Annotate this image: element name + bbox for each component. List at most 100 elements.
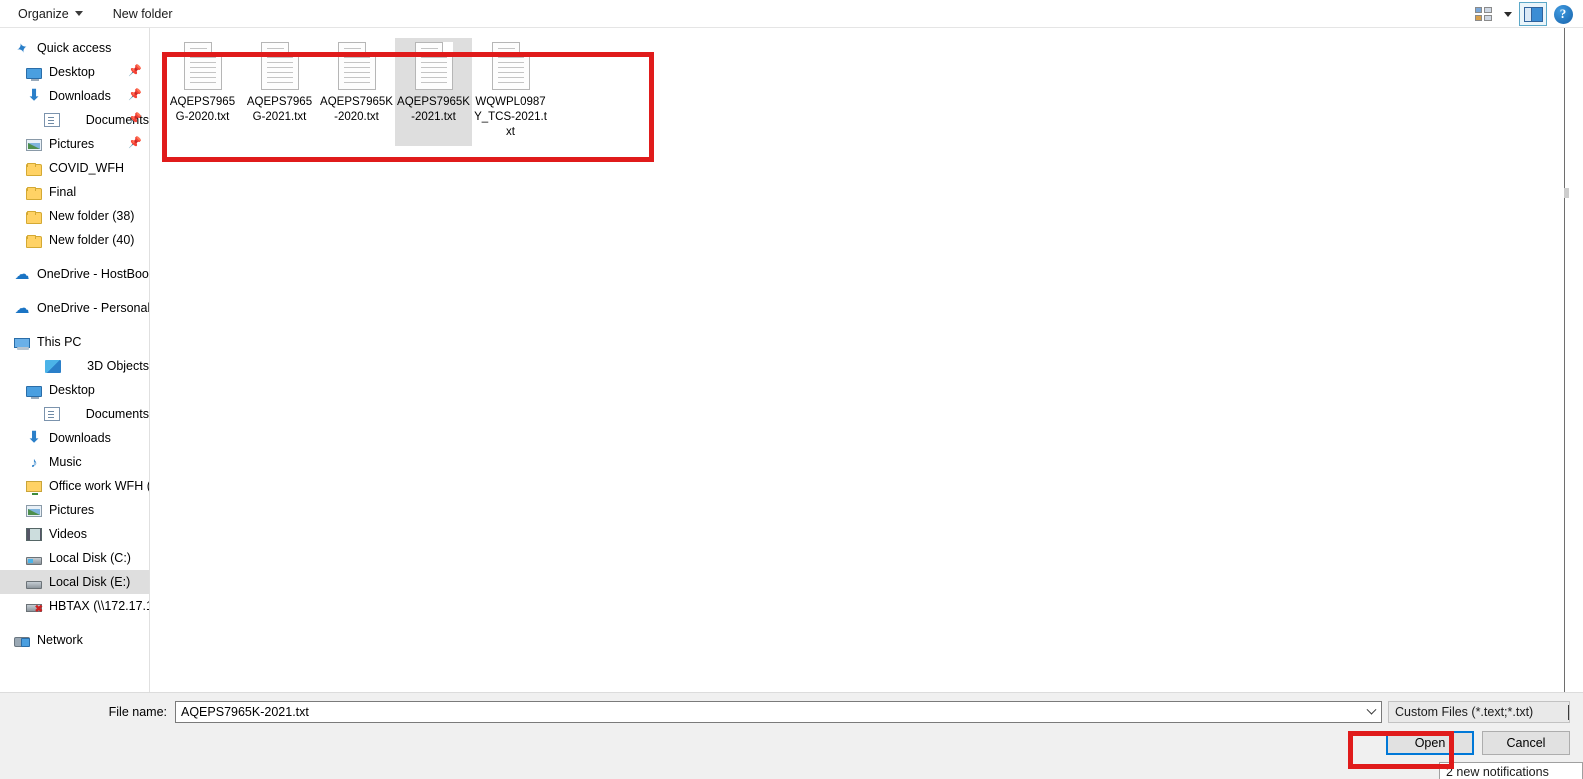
- text-file-icon: [491, 42, 530, 90]
- cancel-button-label: Cancel: [1506, 736, 1546, 750]
- sidebar-item-label: Desktop: [49, 65, 95, 79]
- footer-buttons: Open Cancel: [1386, 731, 1570, 755]
- file-name-input[interactable]: AQEPS7965K-2021.txt: [175, 701, 1382, 723]
- open-button[interactable]: Open: [1386, 731, 1474, 755]
- pictures-icon: [26, 505, 42, 517]
- desktop-icon: [26, 67, 42, 81]
- file-name-label-text: File name:: [108, 705, 167, 719]
- file-item[interactable]: AQEPS7965G-2020.txt: [164, 38, 241, 146]
- text-file-icon: [260, 42, 299, 90]
- sidebar-item-label: Music: [49, 455, 82, 469]
- sidebar-item-label: Quick access: [37, 41, 112, 55]
- view-dropdown-button[interactable]: [1499, 2, 1517, 26]
- sidebar-item-label: 3D Objects: [87, 359, 149, 373]
- sidebar-item-label: This PC: [37, 335, 82, 349]
- sidebar-item-desktop[interactable]: Desktop 📌: [0, 60, 149, 84]
- chevron-down-icon: [1504, 11, 1512, 17]
- sidebar-item-local-disk-c[interactable]: Local Disk (C:): [0, 546, 149, 570]
- sidebar-item-label: Pictures: [49, 137, 95, 151]
- preview-pane-button[interactable]: [1519, 2, 1547, 26]
- pin-icon: 📌: [128, 113, 142, 125]
- file-item[interactable]: AQEPS7965K-2020.txt: [318, 38, 395, 146]
- sidebar-item-downloads[interactable]: ⬇ Downloads 📌: [0, 84, 149, 108]
- new-folder-button[interactable]: New folder: [105, 4, 181, 24]
- sidebar-item-pc-downloads[interactable]: ⬇ Downloads: [0, 426, 149, 450]
- pin-icon: 📌: [128, 89, 142, 101]
- view-grid-icon: [1474, 7, 1492, 21]
- filter-dropdown-button[interactable]: [1568, 705, 1569, 720]
- sidebar-item-label: COVID_WFH: [49, 161, 124, 175]
- organize-button[interactable]: Organize: [10, 4, 91, 24]
- navigation-sidebar[interactable]: ✦ Quick access Desktop 📌 ⬇ Downloads 📌 D…: [0, 28, 150, 692]
- sidebar-item-new-folder-38[interactable]: New folder (38): [0, 204, 149, 228]
- sidebar-item-documents[interactable]: Documents 📌: [0, 108, 149, 132]
- sidebar-item-new-folder-40[interactable]: New folder (40): [0, 228, 149, 252]
- sidebar-item-label: Final: [49, 185, 77, 199]
- sidebar-item-onedrive-personal[interactable]: ☁ OneDrive - Personal: [0, 296, 150, 320]
- notification-text: 2 new notifications: [1446, 765, 1549, 779]
- sidebar-item-quick-access[interactable]: ✦ Quick access: [0, 36, 149, 60]
- text-file-icon: [337, 42, 376, 90]
- sidebar-item-network[interactable]: Network: [0, 628, 149, 652]
- sidebar-item-onedrive-hostbook[interactable]: ☁ OneDrive - HostBook: [0, 262, 150, 286]
- sidebar-item-hbtax-network-drive[interactable]: HBTAX (\\172.17.1.5: [0, 594, 149, 618]
- text-file-icon: [414, 42, 453, 90]
- sidebar-item-videos[interactable]: Videos: [0, 522, 149, 546]
- network-folder-icon: [26, 481, 42, 495]
- sidebar-item-label: Office work WFH (D: [49, 479, 149, 493]
- help-button[interactable]: ?: [1549, 2, 1577, 26]
- file-item[interactable]: AQEPS7965G-2021.txt: [241, 38, 318, 146]
- documents-icon: [44, 407, 61, 421]
- file-name-label: AQEPS7965G-2021.txt: [246, 96, 313, 123]
- sidebar-item-local-disk-e[interactable]: Local Disk (E:): [0, 570, 149, 594]
- sidebar-item-pc-pictures[interactable]: Pictures: [0, 498, 149, 522]
- network-drive-disconnected-icon: [26, 604, 43, 615]
- downloads-icon: ⬇: [27, 429, 41, 446]
- view-options-button[interactable]: [1469, 2, 1497, 26]
- pin-icon: 📌: [128, 137, 142, 149]
- preview-pane-icon: [1523, 6, 1543, 22]
- file-name-label: AQEPS7965K-2021.txt: [397, 96, 470, 123]
- system-disk-icon: [26, 556, 42, 565]
- file-name-row: File name: AQEPS7965K-2021.txt Custom Fi…: [0, 701, 1583, 723]
- documents-icon: [44, 113, 61, 127]
- sidebar-item-this-pc[interactable]: This PC: [0, 330, 149, 354]
- chevron-down-icon: [74, 11, 83, 16]
- sidebar-item-covid-wfh[interactable]: COVID_WFH: [0, 156, 149, 180]
- sidebar-item-pc-desktop[interactable]: Desktop: [0, 378, 149, 402]
- file-name-value: AQEPS7965K-2021.txt: [181, 705, 309, 719]
- dialog-footer: File name: AQEPS7965K-2021.txt Custom Fi…: [0, 692, 1583, 779]
- sidebar-item-pictures[interactable]: Pictures 📌: [0, 132, 149, 156]
- file-item-selected[interactable]: AQEPS7965K-2021.txt: [395, 38, 472, 146]
- sidebar-item-label: OneDrive - HostBook: [37, 267, 149, 281]
- sidebar-item-music[interactable]: ♪ Music: [0, 450, 149, 474]
- sidebar-item-label: Network: [37, 633, 83, 647]
- folder-icon: [26, 186, 42, 200]
- sidebar-item-label: Documents: [85, 407, 149, 421]
- sidebar-item-final[interactable]: Final: [0, 180, 149, 204]
- sidebar-item-label: Downloads: [49, 431, 111, 445]
- star-icon: ✦: [13, 38, 31, 58]
- notification-tooltip[interactable]: 2 new notifications: [1439, 762, 1583, 779]
- sidebar-item-pc-documents[interactable]: Documents: [0, 402, 149, 426]
- file-type-filter-dropdown[interactable]: Custom Files (*.text;*.txt): [1388, 701, 1570, 723]
- sidebar-item-label: Local Disk (C:): [49, 551, 131, 565]
- new-folder-label: New folder: [112, 6, 173, 21]
- pin-icon: 📌: [128, 65, 142, 77]
- scrollbar-nub[interactable]: [1564, 188, 1569, 198]
- file-item[interactable]: WQWPL0987Y_TCS-2021.txt: [472, 38, 549, 146]
- sidebar-item-label: Downloads: [49, 89, 111, 103]
- 3d-objects-icon: [45, 359, 62, 373]
- sidebar-item-3d-objects[interactable]: 3D Objects: [0, 354, 149, 378]
- sidebar-item-label: HBTAX (\\172.17.1.5: [49, 599, 149, 613]
- file-list-pane[interactable]: AQEPS7965G-2020.txt AQEPS7965G-2021.txt …: [150, 28, 1583, 692]
- sidebar-item-office-work-wfh[interactable]: Office work WFH (D: [0, 474, 149, 498]
- file-name-label: WQWPL0987Y_TCS-2021.txt: [474, 96, 547, 138]
- cancel-button[interactable]: Cancel: [1482, 731, 1570, 755]
- file-open-dialog: Organize New folder ? ✦ Quick access Des…: [0, 0, 1583, 779]
- chevron-down-icon: [1366, 704, 1376, 715]
- organize-label: Organize: [18, 6, 69, 21]
- file-name-dropdown-button[interactable]: [1361, 702, 1381, 722]
